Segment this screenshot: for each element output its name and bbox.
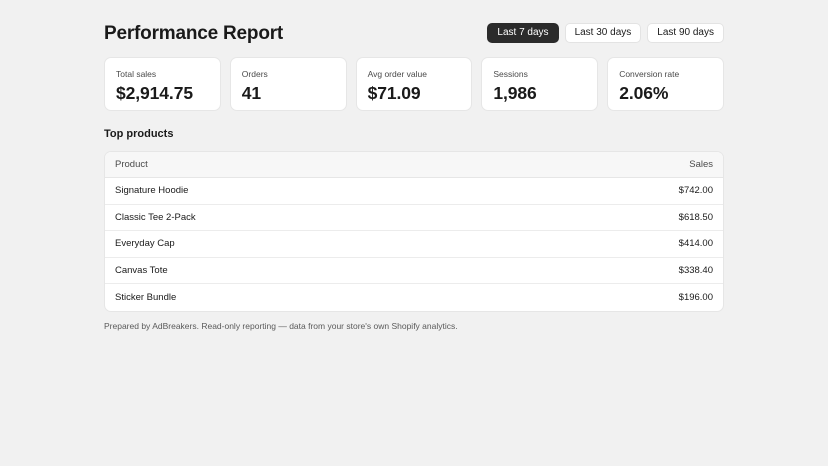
product-sales: $742.00 xyxy=(678,185,713,197)
table-header: Product Sales xyxy=(105,152,723,178)
kpi-value: $71.09 xyxy=(367,83,421,103)
table-row: Everyday Cap $414.00 xyxy=(105,231,723,258)
kpi-cards: Total sales $2,914.75 Orders 41 Avg orde… xyxy=(104,57,724,111)
kpi-card-avg-order-value: Avg order value $71.09 xyxy=(355,57,473,111)
date-range-selector: Last 7 days Last 30 days Last 90 days xyxy=(487,23,724,43)
range-last-30-days-button[interactable]: Last 30 days xyxy=(564,23,642,43)
table-row: Signature Hoodie $742.00 xyxy=(105,178,723,205)
kpi-value: $2,914.75 xyxy=(116,83,193,103)
table-row: Sticker Bundle $196.00 xyxy=(105,284,723,311)
product-sales: $414.00 xyxy=(678,238,713,250)
kpi-card-total-sales: Total sales $2,914.75 xyxy=(104,57,221,111)
range-last-7-days-button[interactable]: Last 7 days xyxy=(487,23,559,43)
column-header-sales: Sales xyxy=(689,159,713,170)
kpi-label: Sessions xyxy=(493,69,528,79)
range-last-90-days-button[interactable]: Last 90 days xyxy=(647,23,724,43)
table-row: Canvas Tote $338.40 xyxy=(105,258,723,284)
product-name: Classic Tee 2-Pack xyxy=(115,211,196,223)
page-title: Performance Report xyxy=(104,23,284,44)
product-sales: $338.40 xyxy=(678,264,713,276)
kpi-value: 1,986 xyxy=(493,83,537,103)
report-header: Performance Report Last 7 days Last 30 d… xyxy=(104,22,724,46)
product-name: Canvas Tote xyxy=(115,264,168,276)
kpi-label: Total sales xyxy=(116,69,157,79)
kpi-card-orders: Orders 41 xyxy=(229,57,347,111)
kpi-value: 41 xyxy=(241,83,262,103)
footer-note: Prepared by AdBreakers. Read-only report… xyxy=(104,321,458,331)
kpi-card-sessions: Sessions 1,986 xyxy=(481,57,599,111)
top-products-title: Top products xyxy=(104,128,174,140)
product-sales: $618.50 xyxy=(678,211,713,223)
product-name: Everyday Cap xyxy=(115,238,175,250)
product-sales: $196.00 xyxy=(678,291,713,303)
column-header-product: Product xyxy=(115,159,148,170)
kpi-label: Orders xyxy=(241,69,268,79)
product-name: Sticker Bundle xyxy=(115,291,177,303)
top-products-table: Product Sales Signature Hoodie $742.00 C… xyxy=(104,151,724,312)
kpi-label: Conversion rate xyxy=(619,69,680,79)
kpi-value: 2.06% xyxy=(619,83,669,103)
table-row: Classic Tee 2-Pack $618.50 xyxy=(105,205,723,231)
product-name: Signature Hoodie xyxy=(115,185,189,197)
kpi-label: Avg order value xyxy=(367,69,427,79)
kpi-card-conversion-rate: Conversion rate 2.06% xyxy=(607,57,724,111)
